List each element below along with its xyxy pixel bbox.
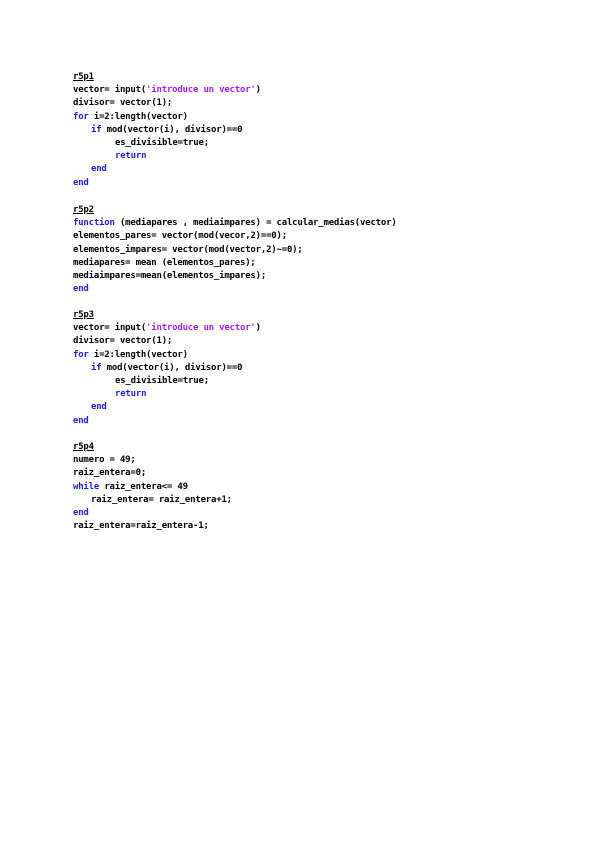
code-line: mediapares= mean (elementos_pares);: [73, 257, 256, 268]
code-line: end: [91, 402, 107, 413]
code-line: if mod(vector(i), divisor)==0: [91, 124, 243, 135]
code-line: end: [91, 164, 107, 175]
code-line: while raiz_entera<= 49: [73, 481, 188, 492]
code-line: es_divisible=true;: [115, 137, 209, 148]
code-line: end: [73, 284, 89, 295]
code-section-r5p4: r5p4 numero = 49; raiz_entera=0; while r…: [73, 441, 232, 533]
code-line: divisor= vector(1);: [73, 336, 173, 347]
code-line: raiz_entera= raiz_entera+1;: [91, 494, 232, 505]
code-line: end: [73, 507, 89, 518]
section-heading: r5p4: [73, 442, 94, 452]
section-heading: r5p2: [73, 205, 94, 215]
code-line: return: [115, 151, 147, 162]
code-line: raiz_entera=raiz_entera-1;: [73, 521, 209, 532]
code-section-r5p2: r5p2 function (mediapares , mediaimpares…: [73, 204, 397, 296]
document-page: r5p1 vector= input('introduce un vector'…: [0, 0, 600, 848]
code-line: end: [73, 415, 89, 426]
code-line: mediaimpares=mean(elementos_impares);: [73, 270, 267, 281]
code-line: divisor= vector(1);: [73, 98, 173, 109]
code-line: if mod(vector(i), divisor)==0: [91, 362, 243, 373]
code-line: elementos_impares= vector(mod(vector,2)~…: [73, 244, 303, 255]
code-line: es_divisible=true;: [115, 375, 209, 386]
code-line: vector= input('introduce un vector'): [73, 323, 261, 334]
section-heading: r5p1: [73, 72, 94, 82]
code-line: for i=2:length(vector): [73, 349, 188, 360]
code-line: numero = 49;: [73, 455, 136, 466]
code-line: return: [115, 389, 147, 400]
code-line: function (mediapares , mediaimpares) = c…: [73, 218, 397, 229]
code-line: elementos_pares= vector(mod(vecor,2)==0)…: [73, 231, 287, 242]
code-line: vector= input('introduce un vector'): [73, 85, 261, 96]
code-line: end: [73, 177, 89, 188]
code-section-r5p3: r5p3 vector= input('introduce un vector'…: [73, 309, 261, 428]
code-line: for i=2:length(vector): [73, 111, 188, 122]
code-line: raiz_entera=0;: [73, 468, 147, 479]
section-heading: r5p3: [73, 310, 94, 320]
code-section-r5p1: r5p1 vector= input('introduce un vector'…: [73, 71, 261, 190]
